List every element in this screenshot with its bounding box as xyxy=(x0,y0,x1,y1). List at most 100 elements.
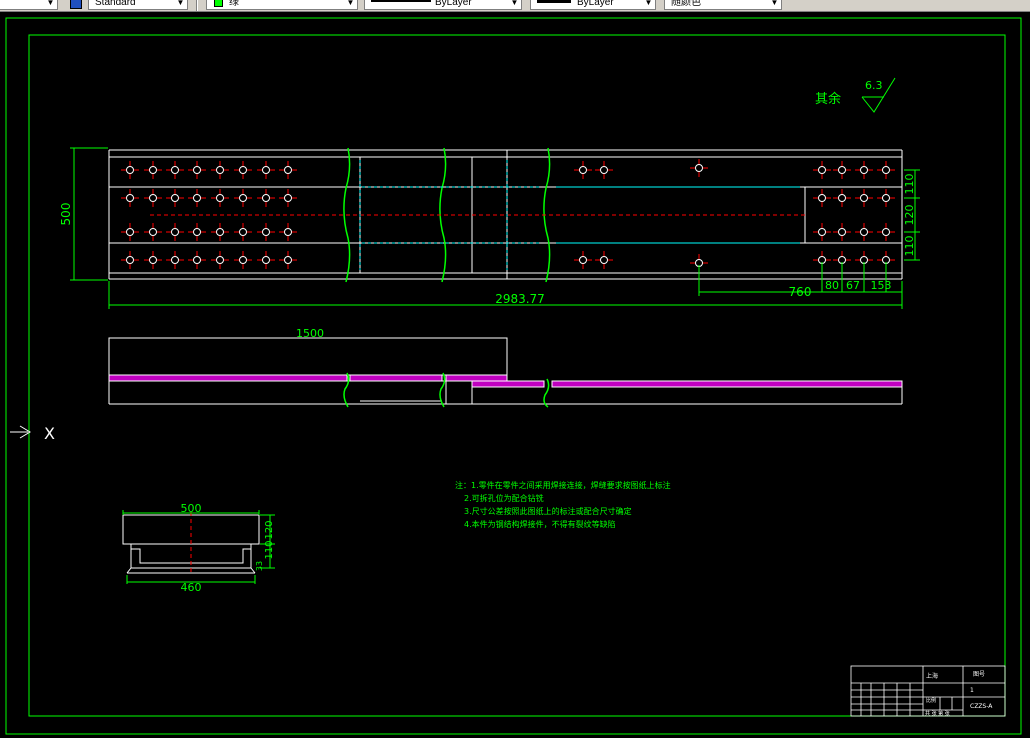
dim-width-500: 500 xyxy=(59,203,73,226)
linetype-combo[interactable]: ByLayer ▼ xyxy=(364,0,522,10)
layer-combo[interactable]: ▼ xyxy=(0,0,58,10)
bolt-hole xyxy=(216,194,224,202)
color-swatch-icon xyxy=(214,0,223,7)
bolt-hole xyxy=(239,194,247,202)
roughness-value: 6.3 xyxy=(865,79,883,92)
dim-153: 153 xyxy=(871,279,892,292)
bolt-hole xyxy=(818,194,826,202)
bolt-hole xyxy=(818,228,826,236)
bolt-hole xyxy=(600,256,608,264)
text-style-icon[interactable] xyxy=(70,0,82,9)
bolt-hole xyxy=(579,256,587,264)
bolt-hole xyxy=(262,194,270,202)
chevron-down-icon[interactable]: ▼ xyxy=(769,0,780,9)
ucs-x-label: X xyxy=(44,424,55,443)
dim-1500: 1500 xyxy=(296,327,324,340)
title-block-drawing-no-label: 图号 xyxy=(973,671,985,678)
title-block-sheet: 共 张 第 张 xyxy=(925,710,950,717)
bolt-hole xyxy=(239,228,247,236)
bolt-hole xyxy=(695,164,703,172)
section-view xyxy=(122,510,275,584)
dim-67: 67 xyxy=(846,279,860,292)
dim-section-500: 500 xyxy=(181,502,202,515)
title-block-scale: 比例 xyxy=(926,697,936,704)
bolt-hole xyxy=(882,166,890,174)
bolt-hole xyxy=(838,228,846,236)
dim-760: 760 xyxy=(789,285,812,299)
lineweight-sample-icon xyxy=(537,0,571,3)
title-block-company: 上海 xyxy=(926,672,938,680)
bolt-hole xyxy=(239,256,247,264)
technical-notes: 注：1.零件在零件之间采用焊接连接，焊缝要求按图纸上标注 2.可拆孔位为配合钻铣… xyxy=(455,480,671,529)
bolt-hole xyxy=(126,256,134,264)
title-block-quantity: 1 xyxy=(970,687,974,694)
bolt-hole xyxy=(171,228,179,236)
color-value: 绿 xyxy=(229,0,239,8)
bolt-hole xyxy=(284,166,292,174)
ucs-icon xyxy=(10,425,31,439)
dim-section-460: 460 xyxy=(181,581,202,594)
bolt-hole xyxy=(838,194,846,202)
bolt-hole xyxy=(579,166,587,174)
text-style-combo[interactable]: Standard ▼ xyxy=(88,0,188,10)
bolt-hole xyxy=(284,194,292,202)
properties-toolbar: ▼ Standard ▼ 绿 ▼ ByLayer ▼ ByLayer ▼ 随颜色… xyxy=(0,0,1030,12)
bolt-hole xyxy=(193,228,201,236)
note-line-1: 注：1.零件在零件之间采用焊接连接，焊缝要求按图纸上标注 xyxy=(455,480,671,490)
chevron-down-icon[interactable]: ▼ xyxy=(45,0,56,9)
bolt-hole xyxy=(284,228,292,236)
chevron-down-icon[interactable]: ▼ xyxy=(509,0,520,9)
dim-overall-length: 2983.77 xyxy=(495,292,545,306)
surface-finish-label: 其余 xyxy=(815,91,841,107)
bolt-hole xyxy=(126,166,134,174)
linetype-sample-icon xyxy=(371,0,431,2)
bolt-hole xyxy=(171,166,179,174)
bolt-hole xyxy=(838,166,846,174)
note-line-4: 4.本件为钢结构焊接件，不得有裂纹等缺陷 xyxy=(464,519,616,529)
bolt-hole xyxy=(262,228,270,236)
bolt-hole xyxy=(126,228,134,236)
dim-section-120: 120 xyxy=(264,520,275,539)
lineweight-combo[interactable]: ByLayer ▼ xyxy=(530,0,656,10)
hole-pattern-right xyxy=(813,161,895,269)
chevron-down-icon[interactable]: ▼ xyxy=(345,0,356,9)
bolt-hole xyxy=(193,166,201,174)
chevron-down-icon[interactable]: ▼ xyxy=(643,0,654,9)
dim-80: 80 xyxy=(825,279,839,292)
bolt-hole xyxy=(882,194,890,202)
dim-120: 120 xyxy=(903,205,916,226)
bolt-hole xyxy=(284,256,292,264)
bolt-hole xyxy=(882,228,890,236)
toolbar-separator xyxy=(196,0,198,11)
bolt-hole xyxy=(262,256,270,264)
bolt-hole xyxy=(239,166,247,174)
bolt-hole xyxy=(149,256,157,264)
top-view xyxy=(108,147,903,283)
bolt-hole xyxy=(860,166,868,174)
bolt-hole xyxy=(216,166,224,174)
chevron-down-icon[interactable]: ▼ xyxy=(175,0,186,9)
bolt-hole xyxy=(860,228,868,236)
bolt-hole xyxy=(149,228,157,236)
bolt-hole xyxy=(818,166,826,174)
dim-110-top: 110 xyxy=(903,174,916,195)
bolt-hole xyxy=(149,194,157,202)
text-style-value: Standard xyxy=(95,0,136,8)
color-combo[interactable]: 绿 ▼ xyxy=(206,0,358,10)
dim-section-33: 33 xyxy=(255,561,264,571)
note-line-2: 2.可拆孔位为配合钻铣 xyxy=(464,493,544,503)
plot-style-value: 随颜色 xyxy=(671,0,701,8)
bolt-hole xyxy=(149,166,157,174)
plot-style-combo[interactable]: 随颜色 ▼ xyxy=(664,0,782,10)
bolt-hole xyxy=(600,166,608,174)
bolt-hole xyxy=(193,256,201,264)
bolt-hole xyxy=(126,194,134,202)
bolt-hole xyxy=(216,256,224,264)
title-block-drawing-no: CZZS-A xyxy=(970,703,993,710)
side-view xyxy=(108,337,903,408)
drawing-canvas[interactable]: 其余 6.3 500 2983.77 760 80 67 153 110 120… xyxy=(0,12,1030,738)
dim-section-110: 110 xyxy=(264,540,275,559)
bolt-hole xyxy=(262,166,270,174)
lineweight-value: ByLayer xyxy=(577,0,614,8)
linetype-value: ByLayer xyxy=(435,0,472,8)
